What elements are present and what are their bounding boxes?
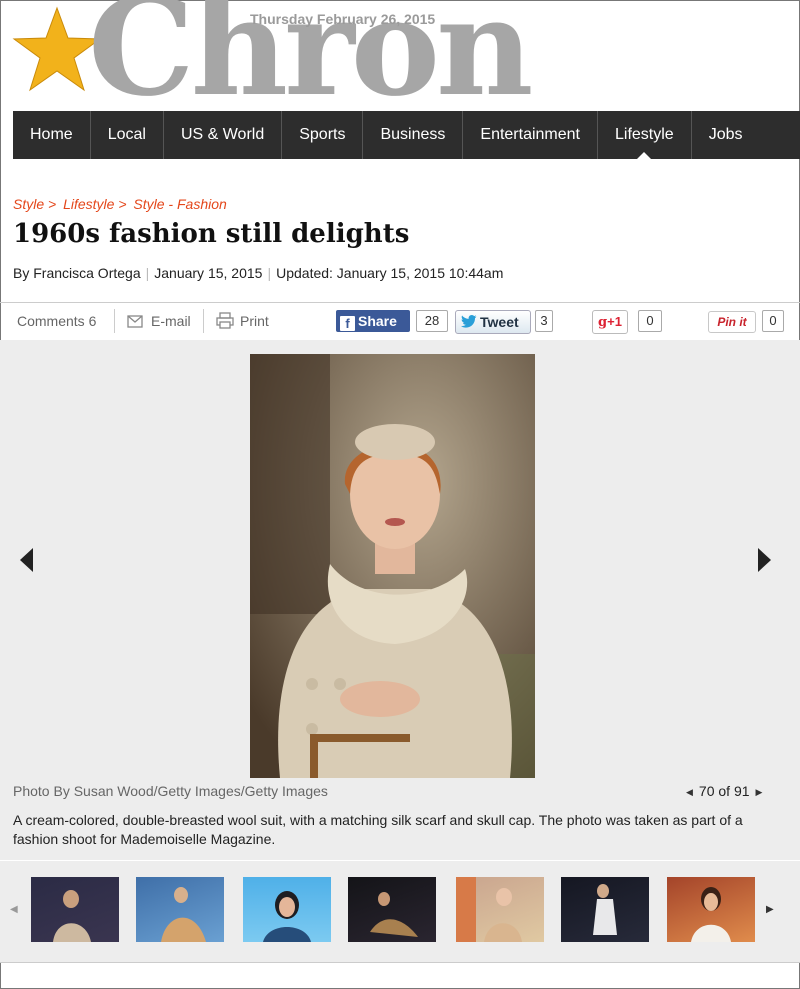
counter-next-icon[interactable]: ▶ xyxy=(756,787,763,797)
print-link[interactable]: Print xyxy=(240,313,269,329)
byline: By Francisca Ortega | January 15, 2015 | Upd… xyxy=(13,265,504,281)
breadcrumb-lifestyle[interactable]: Lifestyle > xyxy=(63,196,126,212)
share-bar: Comments 6 E-mail Print f Share 28 Tweet … xyxy=(0,302,800,342)
breadcrumb-style[interactable]: Style > xyxy=(13,196,56,212)
author[interactable]: By Francisca Ortega xyxy=(13,265,141,281)
facebook-share-count: 28 xyxy=(416,310,448,332)
pinterest-pin-button[interactable]: Pin it xyxy=(708,311,756,333)
email-link[interactable]: E-mail xyxy=(151,313,191,329)
google-plus-label: +1 xyxy=(607,314,622,329)
gallery-thumbnail[interactable] xyxy=(31,877,119,942)
gallery-thumbnail[interactable] xyxy=(348,877,436,942)
facebook-share-button[interactable]: f Share xyxy=(336,310,410,332)
photo-counter: ◀ 70 of 91 ▶ xyxy=(680,783,768,799)
breadcrumb: Style > Lifestyle > Style - Fashion xyxy=(13,196,230,212)
publish-date: January 15, 2015 xyxy=(154,265,263,281)
facebook-icon: f xyxy=(340,316,355,331)
thumbs-next-arrow-icon[interactable]: ▶ xyxy=(766,904,774,915)
updated-date: Updated: January 15, 2015 10:44am xyxy=(276,265,504,281)
gallery-thumbnail[interactable] xyxy=(456,877,544,942)
comments-link[interactable]: Comments 6 xyxy=(17,313,96,329)
gallery-photo[interactable] xyxy=(250,354,535,778)
email-icon[interactable] xyxy=(127,315,143,328)
previous-photo-arrow-icon[interactable] xyxy=(20,548,33,572)
nav-item-home[interactable]: Home xyxy=(13,111,91,159)
print-icon[interactable] xyxy=(216,312,234,329)
nav-item-business[interactable]: Business xyxy=(363,111,464,159)
breadcrumb-style-fashion[interactable]: Style - Fashion xyxy=(133,196,226,212)
twitter-tweet-count: 3 xyxy=(535,310,553,332)
masthead: Chron Thursday February 26, 2015 xyxy=(0,0,800,114)
facebook-share-label: Share xyxy=(358,313,397,329)
nav-item-entertainment[interactable]: Entertainment xyxy=(463,111,598,159)
nav-item-sports[interactable]: Sports xyxy=(282,111,364,159)
nav-item-lifestyle[interactable]: Lifestyle xyxy=(598,111,692,159)
twitter-bird-icon xyxy=(461,315,477,328)
counter-prev-icon[interactable]: ◀ xyxy=(686,787,693,797)
pinterest-pin-count: 0 xyxy=(762,310,784,332)
thumbs-prev-arrow-icon[interactable]: ◀ xyxy=(10,904,18,915)
woman-portrait-illustration xyxy=(250,354,535,778)
next-photo-arrow-icon[interactable] xyxy=(758,548,771,572)
nav-item-jobs[interactable]: Jobs xyxy=(692,111,760,159)
nav-item-us-world[interactable]: US & World xyxy=(164,111,283,159)
twitter-tweet-label: Tweet xyxy=(480,314,519,330)
nav-item-local[interactable]: Local xyxy=(91,111,164,159)
photo-credit: Photo By Susan Wood/Getty Images/Getty I… xyxy=(13,783,328,799)
twitter-tweet-button[interactable]: Tweet xyxy=(455,310,531,334)
masthead-date: Thursday February 26, 2015 xyxy=(250,11,436,27)
gallery-thumbnail[interactable] xyxy=(136,877,224,942)
google-plus-button[interactable]: g+1 xyxy=(592,310,628,334)
google-plus-icon: g xyxy=(598,315,608,330)
gallery-thumbnail[interactable] xyxy=(243,877,331,942)
google-plus-count: 0 xyxy=(638,310,662,332)
gallery-thumbnail[interactable] xyxy=(561,877,649,942)
photo-gallery: Photo By Susan Wood/Getty Images/Getty I… xyxy=(0,340,800,962)
gallery-thumbnail[interactable] xyxy=(667,877,755,942)
main-nav: Home Local US & World Sports Business En… xyxy=(13,111,800,159)
photo-counter-text: 70 of 91 xyxy=(698,783,750,799)
photo-caption: A cream-colored, double-breasted wool su… xyxy=(13,812,743,847)
article-title: 1960s fashion still delights xyxy=(13,219,410,249)
